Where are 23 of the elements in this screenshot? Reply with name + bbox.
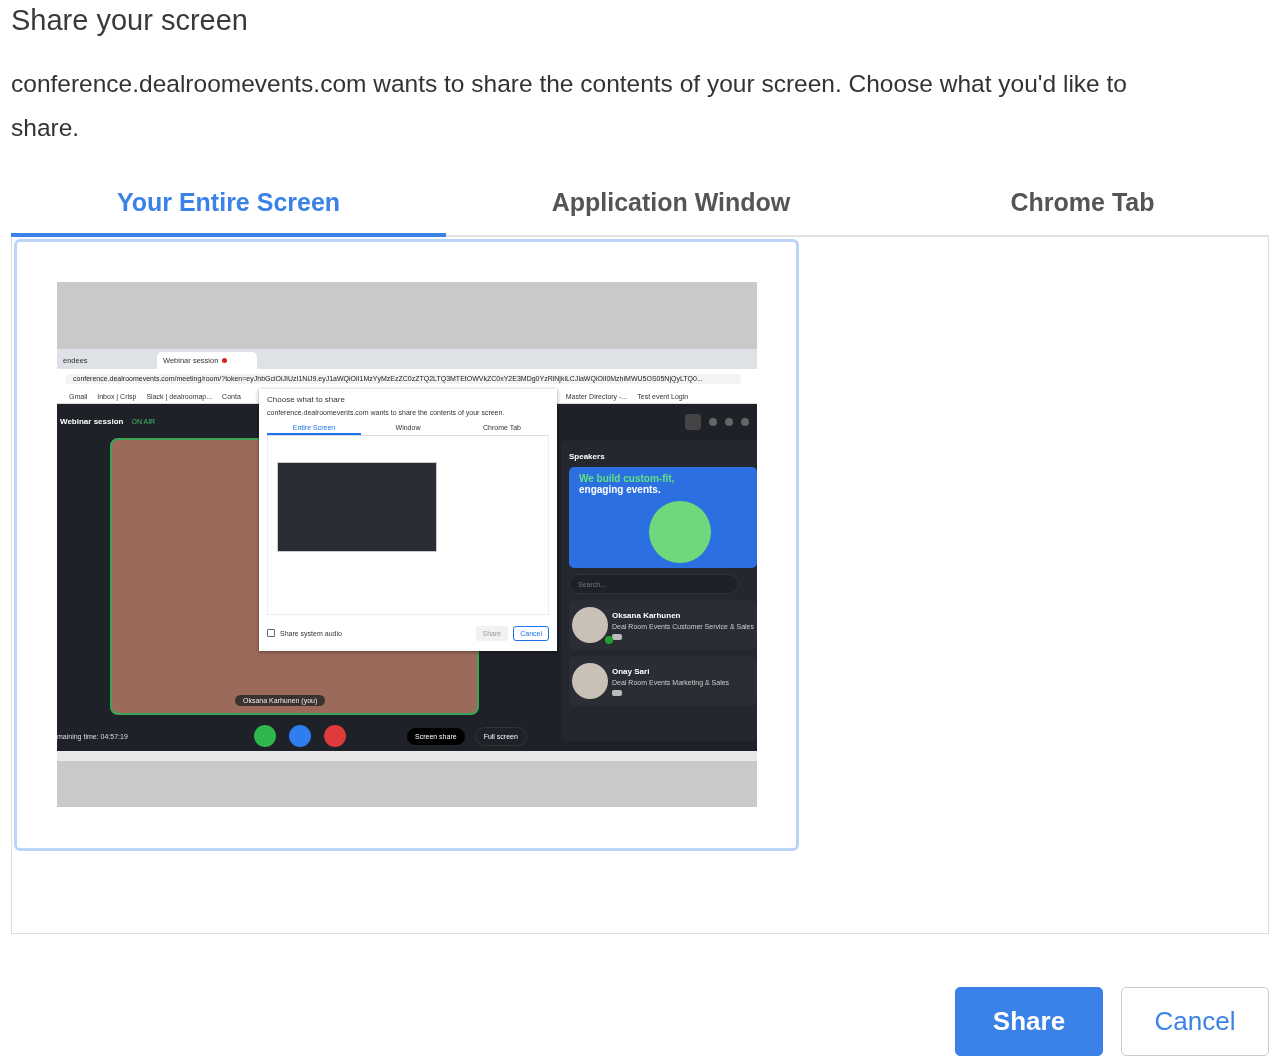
source-tab[interactable]: Your Entire Screen <box>11 181 446 237</box>
avatar-icon <box>572 607 608 643</box>
speaker-name: Onay Sari <box>612 666 651 676</box>
dialog-button[interactable]: Share <box>955 987 1103 1056</box>
screen-thumbnail-drawing[interactable] <box>277 462 437 552</box>
source-tab[interactable]: Application Window <box>446 181 896 237</box>
banner-subline: engaging events. <box>579 484 662 495</box>
dialog-button[interactable]: Cancel <box>1121 987 1269 1056</box>
dialog-title: Share your screen <box>11 4 249 38</box>
camera-button[interactable] <box>254 725 276 747</box>
speakers-heading: Speakers <box>569 452 606 461</box>
screen-option[interactable] <box>14 239 799 851</box>
speaker-name: Oksana Karhunen <box>612 610 682 620</box>
dialog-title: Choose what to share <box>267 395 346 404</box>
microphone-button[interactable] <box>289 725 311 747</box>
source-tab[interactable]: Chrome Tab <box>896 181 1269 237</box>
dialog-message: conference.dealroomevents.com wants to share the contents of your screen. Choose what you'd like to share. <box>11 69 1128 143</box>
avatar-icon <box>572 663 608 699</box>
banner-headline: We build custom-fit, <box>579 473 676 484</box>
audio-checkbox[interactable] <box>267 629 275 637</box>
recording-dot-icon <box>222 358 228 363</box>
session-title: Webinar session <box>60 416 124 426</box>
hang-up-button[interactable] <box>324 725 346 747</box>
